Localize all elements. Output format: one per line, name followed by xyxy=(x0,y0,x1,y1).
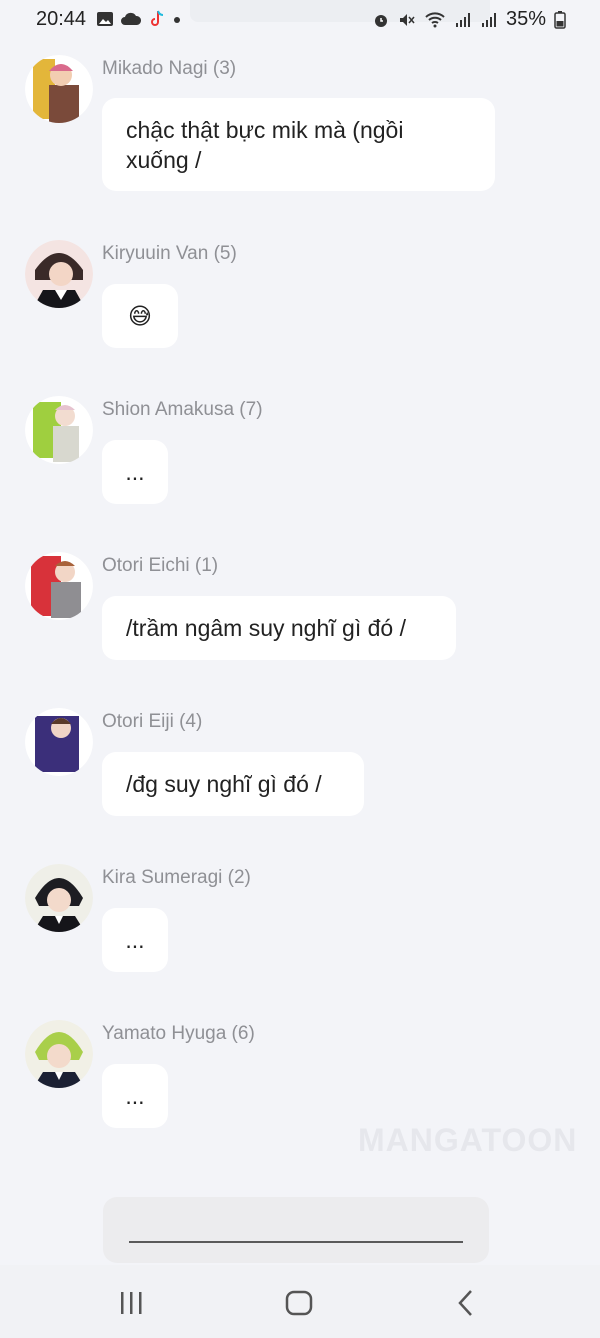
status-left-icons xyxy=(96,10,182,28)
message-bubble[interactable]: ... xyxy=(102,908,168,972)
tiktok-icon xyxy=(151,10,164,26)
status-bar: 20:44 35% xyxy=(0,0,600,40)
cloud-icon xyxy=(121,12,142,25)
sender-name: Yamato Hyuga (6) xyxy=(102,1023,255,1044)
sender-name: Shion Amakusa (7) xyxy=(102,399,263,420)
status-time: 20:44 xyxy=(36,8,87,30)
status-right: 35% xyxy=(372,8,566,31)
watermark-logo: MANGATOON xyxy=(358,1122,578,1158)
sender-name: Otori Eiji (4) xyxy=(102,711,203,732)
home-icon[interactable] xyxy=(283,1287,315,1319)
sender-name: Otori Eichi (1) xyxy=(102,555,219,576)
message-bubble[interactable]: /trầm ngâm suy nghĩ gì đó / xyxy=(102,596,456,660)
avatar[interactable] xyxy=(25,240,93,308)
message-input[interactable] xyxy=(103,1197,489,1263)
recent-apps-icon[interactable] xyxy=(115,1287,147,1319)
sender-name: Mikado Nagi (3) xyxy=(102,58,237,79)
message-bubble[interactable]: ... xyxy=(102,440,168,504)
navigation-bar xyxy=(0,1265,600,1338)
avatar[interactable] xyxy=(25,55,93,123)
avatar[interactable] xyxy=(25,708,93,776)
dot-icon xyxy=(174,17,180,23)
sender-name: Kiryuuin Van (5) xyxy=(102,243,237,264)
signal-icon xyxy=(455,12,470,27)
signal-icon xyxy=(481,12,496,27)
input-underline xyxy=(129,1241,463,1243)
wifi-icon xyxy=(425,11,445,27)
alarm-icon xyxy=(374,14,387,27)
battery-icon xyxy=(554,10,566,29)
message-bubble[interactable]: ... xyxy=(102,1064,168,1128)
avatar[interactable] xyxy=(25,864,93,932)
avatar[interactable] xyxy=(25,1020,93,1088)
sender-name: Kira Sumeragi (2) xyxy=(102,867,251,888)
message-bubble[interactable]: 😅 xyxy=(102,284,178,348)
message-bubble[interactable]: /đg suy nghĩ gì đó / xyxy=(102,752,364,816)
avatar[interactable] xyxy=(25,396,93,464)
message-bubble[interactable]: chậc thật bực mik mà (ngồi xuống / xyxy=(102,98,495,191)
battery-percent: 35% xyxy=(505,8,546,30)
back-icon[interactable] xyxy=(451,1287,483,1319)
mute-icon xyxy=(399,13,415,26)
image-icon xyxy=(97,12,113,26)
avatar[interactable] xyxy=(25,552,93,620)
